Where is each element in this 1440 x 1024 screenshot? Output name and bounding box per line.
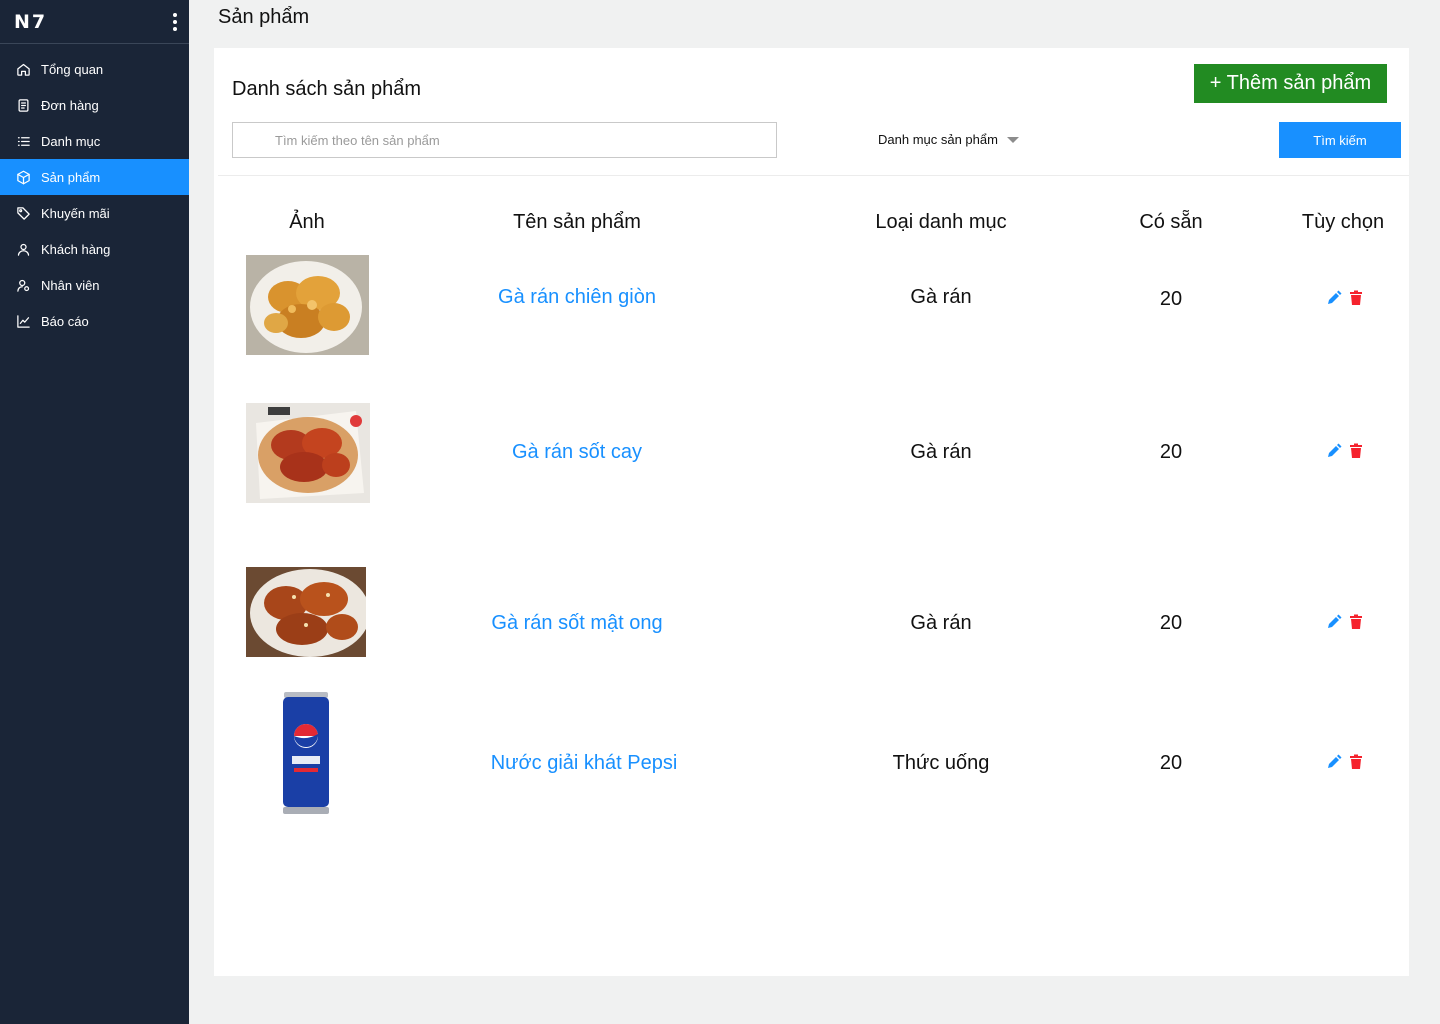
sidebar-item-label: Báo cáo xyxy=(41,313,89,329)
product-category: Thức uống xyxy=(892,752,990,774)
column-header-options: Tùy chọn xyxy=(1301,211,1385,233)
document-icon xyxy=(15,97,31,113)
brand-logo: N7 xyxy=(14,10,48,33)
edit-icon[interactable] xyxy=(1325,613,1343,631)
edit-icon[interactable] xyxy=(1325,442,1343,460)
product-category: Gà rán xyxy=(910,441,972,463)
sidebar: N7 Tổng quan Đơn hàng Danh mục Sản phẩm … xyxy=(0,0,189,1024)
product-stock: 20 xyxy=(1159,612,1183,634)
tag-icon xyxy=(15,205,31,221)
product-name-link[interactable]: Nước giải khát Pepsi xyxy=(491,752,678,775)
category-filter-label: Danh mục sản phẩm xyxy=(878,132,998,147)
sidebar-nav: Tổng quan Đơn hàng Danh mục Sản phẩm Khu… xyxy=(0,44,189,339)
sidebar-item-tong-quan[interactable]: Tổng quan xyxy=(0,51,189,87)
column-header-image: Ảnh xyxy=(289,211,325,233)
edit-icon[interactable] xyxy=(1325,753,1343,771)
product-name-link[interactable]: Gà rán sốt mật ong xyxy=(491,612,662,635)
sidebar-item-don-hang[interactable]: Đơn hàng xyxy=(0,87,189,123)
product-image-fried-chicken xyxy=(246,255,369,355)
column-header-name: Tên sản phẩm xyxy=(513,211,641,233)
chart-line-icon xyxy=(15,313,31,329)
sidebar-item-label: Đơn hàng xyxy=(41,97,99,113)
sidebar-item-label: Danh mục xyxy=(41,133,101,149)
sidebar-item-khach-hang[interactable]: Khách hàng xyxy=(0,231,189,267)
product-name-link[interactable]: Gà rán sốt cay xyxy=(512,441,642,464)
product-list-card: Danh sách sản phẩm + Thêm sản phẩm Danh … xyxy=(214,48,1409,976)
search-button[interactable]: Tìm kiếm xyxy=(1279,122,1401,158)
sidebar-item-nhan-vien[interactable]: Nhân viên xyxy=(0,267,189,303)
brand-bar: N7 xyxy=(0,0,189,44)
sidebar-item-khuyen-mai[interactable]: Khuyến mãi xyxy=(0,195,189,231)
sidebar-item-label: Khách hàng xyxy=(41,241,111,257)
caret-down-icon xyxy=(1006,137,1019,143)
divider xyxy=(218,175,1409,176)
sidebar-item-label: Tổng quan xyxy=(41,61,104,77)
delete-icon[interactable] xyxy=(1347,442,1365,460)
list-icon xyxy=(15,133,31,149)
sidebar-item-san-pham[interactable]: Sản phẩm xyxy=(0,159,189,195)
column-header-stock: Có sẵn xyxy=(1139,211,1203,233)
user-settings-icon xyxy=(15,277,31,293)
product-image-honey-chicken xyxy=(246,567,366,657)
product-name-link[interactable]: Gà rán chiên giòn xyxy=(498,286,656,309)
product-stock: 20 xyxy=(1159,441,1183,463)
product-stock: 20 xyxy=(1159,288,1183,310)
product-category: Gà rán xyxy=(910,286,972,308)
sidebar-item-label: Nhân viên xyxy=(41,277,100,293)
sidebar-item-label: Khuyến mãi xyxy=(41,205,110,221)
more-vertical-icon[interactable] xyxy=(169,12,181,31)
product-category: Gà rán xyxy=(910,612,972,634)
sidebar-item-bao-cao[interactable]: Báo cáo xyxy=(0,303,189,339)
user-icon xyxy=(15,241,31,257)
category-filter-select[interactable]: Danh mục sản phẩm xyxy=(878,132,1019,147)
card-title: Danh sách sản phẩm xyxy=(232,78,422,100)
page-title: Sản phẩm xyxy=(218,6,310,28)
search-input[interactable] xyxy=(232,122,777,158)
delete-icon[interactable] xyxy=(1347,753,1365,771)
add-product-button[interactable]: + Thêm sản phẩm xyxy=(1194,64,1387,103)
box-icon xyxy=(15,169,31,185)
sidebar-item-label: Sản phẩm xyxy=(41,169,101,185)
home-icon xyxy=(15,61,31,77)
product-image-spicy-chicken xyxy=(246,403,370,503)
delete-icon[interactable] xyxy=(1347,613,1365,631)
edit-icon[interactable] xyxy=(1325,289,1343,307)
product-stock: 20 xyxy=(1159,752,1183,774)
delete-icon[interactable] xyxy=(1347,289,1365,307)
column-header-category: Loại danh mục xyxy=(875,211,1007,233)
sidebar-item-danh-muc[interactable]: Danh mục xyxy=(0,123,189,159)
product-image-pepsi-can xyxy=(282,692,330,814)
